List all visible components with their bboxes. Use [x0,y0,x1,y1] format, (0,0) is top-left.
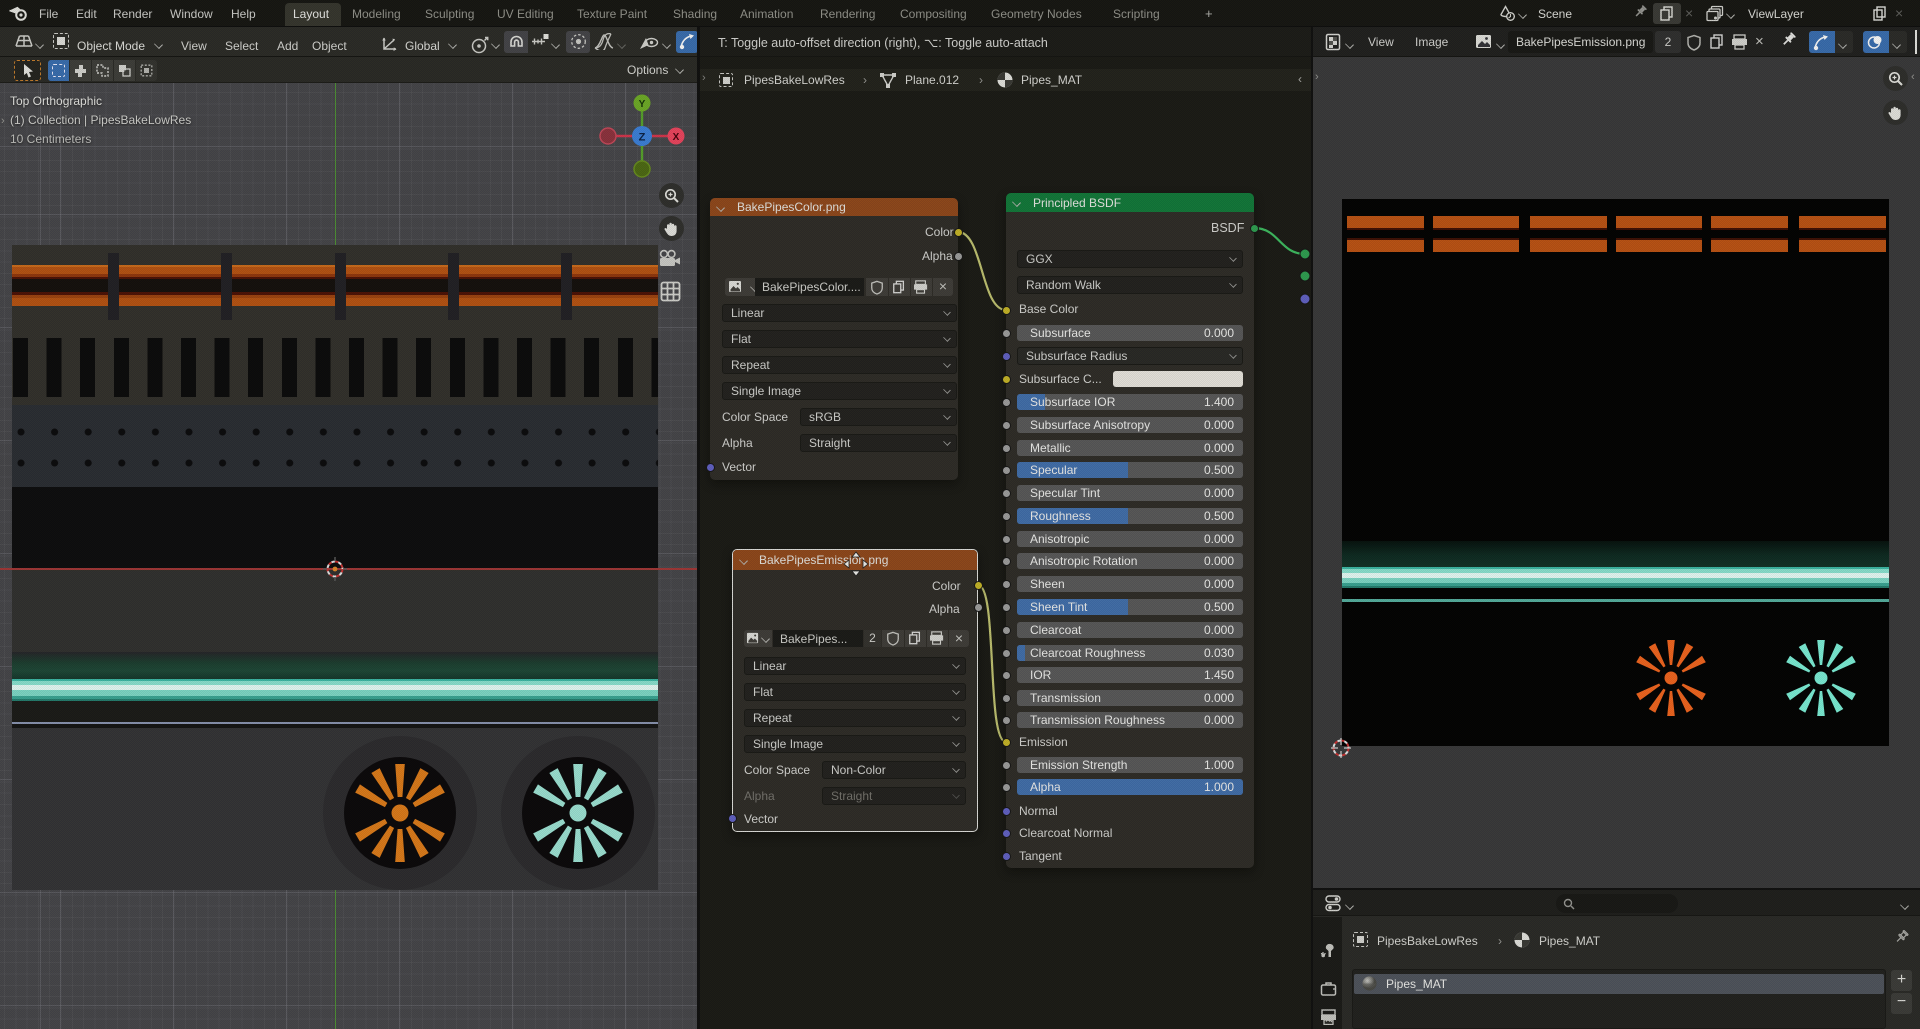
svg-text:Y: Y [639,99,646,110]
svg-text:Z: Z [639,132,646,144]
svg-text:X: X [673,132,680,143]
